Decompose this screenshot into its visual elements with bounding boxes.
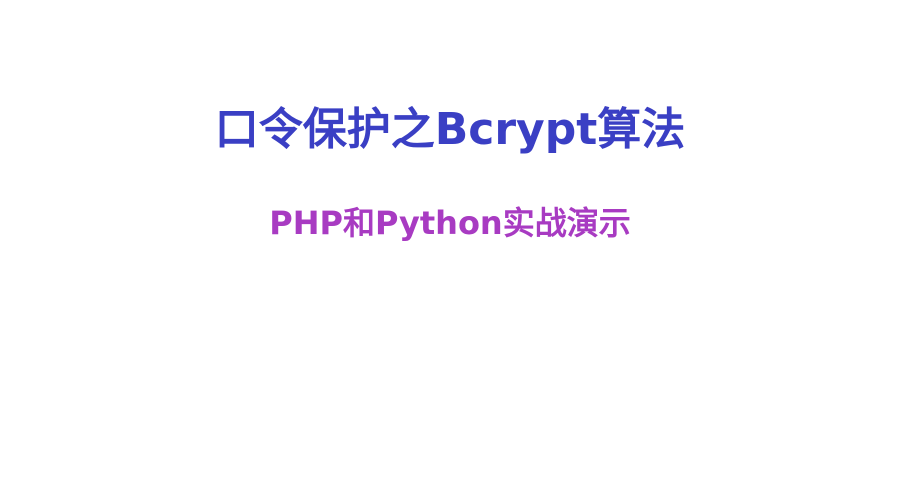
- slide-title: 口令保护之Bcrypt算法: [214, 104, 686, 155]
- slide: 口令保护之Bcrypt算法 PHP和Python实战演示: [0, 0, 900, 500]
- slide-subtitle: PHP和Python实战演示: [269, 204, 631, 242]
